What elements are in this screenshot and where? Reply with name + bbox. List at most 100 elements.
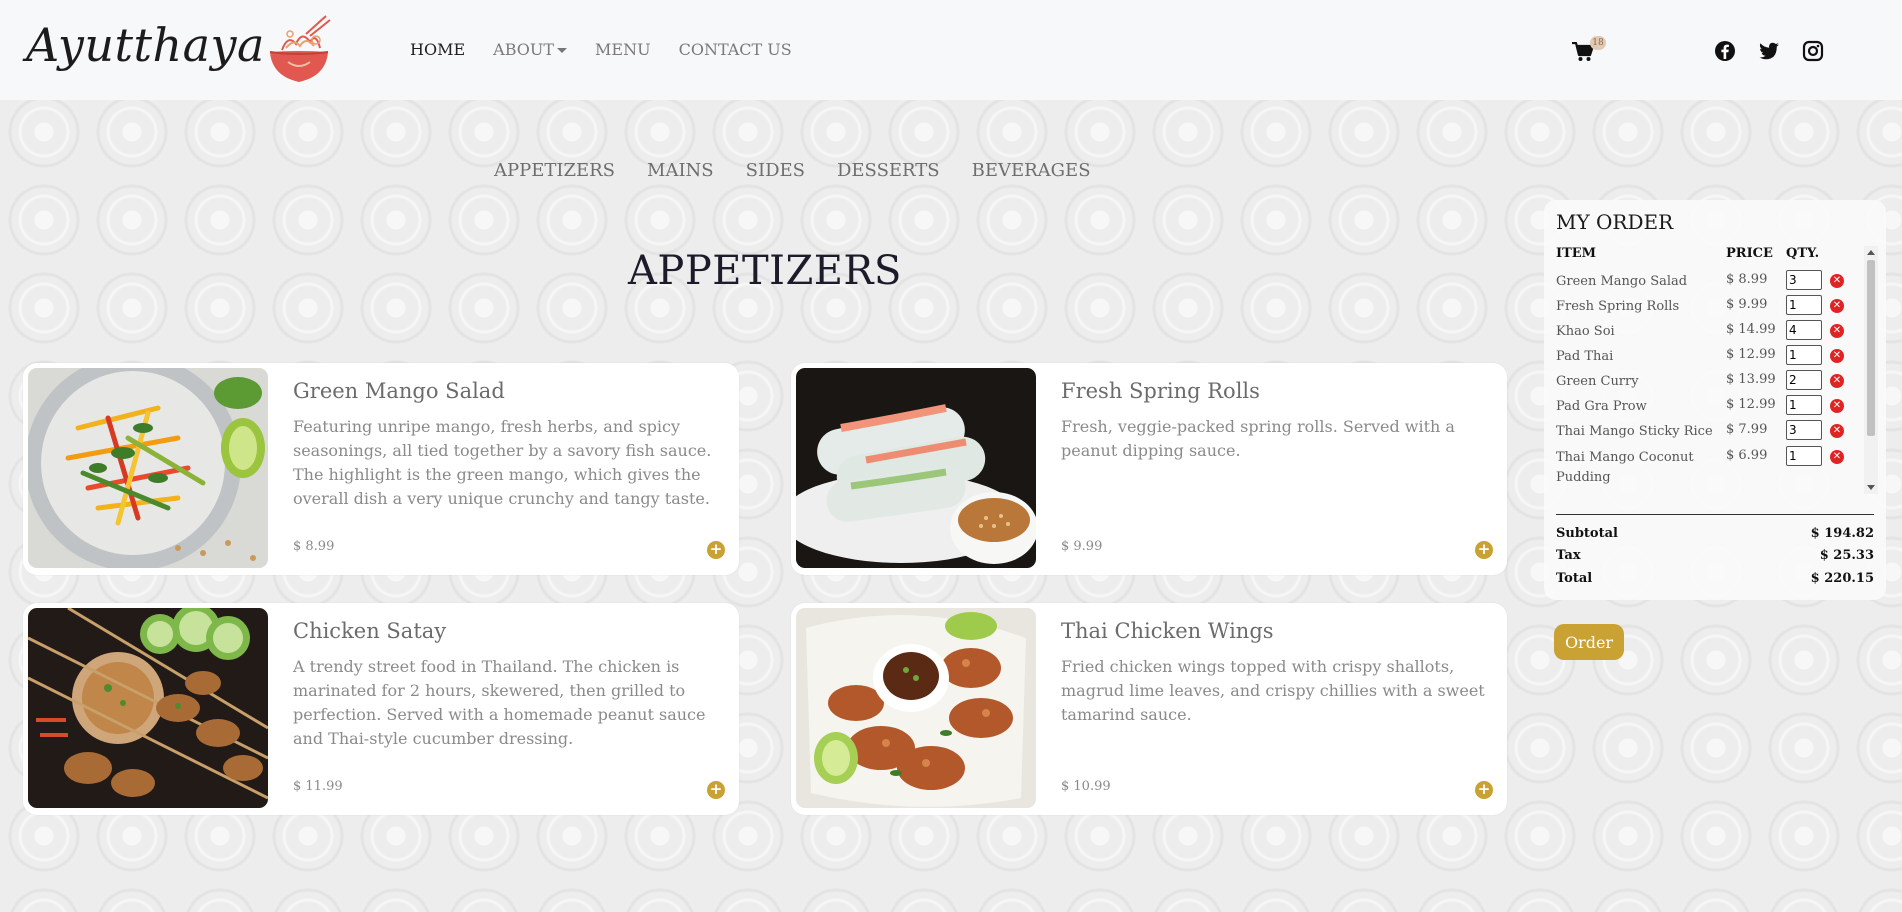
- order-row: Fresh Spring Rolls $ 9.99 ✕: [1544, 293, 1864, 318]
- tab-mains[interactable]: MAINS: [647, 160, 714, 181]
- remove-item-button[interactable]: ✕: [1830, 399, 1844, 413]
- dish-description: A trendy street food in Thailand. The ch…: [293, 657, 706, 748]
- order-header-price: PRICE: [1726, 246, 1773, 261]
- category-tabs: APPETIZERS MAINS SIDES DESSERTS BEVERAGE…: [494, 160, 1091, 181]
- tab-appetizers[interactable]: APPETIZERS: [494, 160, 615, 181]
- dish-image-thai-chicken-wings: [796, 608, 1036, 808]
- dish-image-fresh-spring-rolls: [796, 368, 1036, 568]
- subtotal-row: Subtotal $ 194.82: [1556, 526, 1874, 541]
- order-row: Green Curry $ 13.99 ✕: [1544, 368, 1864, 393]
- dish-image-chicken-satay: [28, 608, 268, 808]
- brand-name[interactable]: Ayutthaya: [26, 18, 265, 72]
- order-item-name: Green Mango Salad: [1556, 274, 1688, 289]
- instagram-icon[interactable]: [1802, 40, 1824, 62]
- tab-sides[interactable]: SIDES: [746, 160, 805, 181]
- plus-icon: +: [1477, 780, 1491, 798]
- dish-price: $ 11.99: [293, 779, 343, 794]
- order-header-qty: QTY.: [1786, 246, 1820, 261]
- order-item-qty-input[interactable]: [1786, 295, 1822, 315]
- cart-button[interactable]: 18: [1572, 36, 1606, 66]
- order-row: Pad Gra Prow $ 12.99 ✕: [1544, 393, 1864, 418]
- add-to-order-button[interactable]: +: [1475, 541, 1493, 559]
- dish-card-fresh-spring-rolls: Fresh Spring Rolls Fresh, veggie-packed …: [791, 363, 1507, 575]
- main-nav: HOME ABOUT MENU CONTACT US: [410, 40, 792, 59]
- scroll-up-icon[interactable]: [1867, 250, 1875, 255]
- order-item-name: Thai Mango Sticky Rice: [1556, 424, 1713, 439]
- order-items-list: Green Mango Salad $ 8.99 ✕ Fresh Spring …: [1544, 268, 1886, 496]
- order-item-price: $ 13.99: [1726, 372, 1776, 387]
- remove-item-button[interactable]: ✕: [1830, 299, 1844, 313]
- nav-contact[interactable]: CONTACT US: [679, 40, 792, 59]
- order-row: Pad Thai $ 12.99 ✕: [1544, 343, 1864, 368]
- section-title: APPETIZERS: [628, 248, 902, 294]
- order-row: Thai Mango Coconut Pudding $ 6.99 ✕: [1544, 444, 1864, 490]
- navbar: Ayutthaya HOME ABOUT MENU CONTACT US 18: [0, 0, 1902, 100]
- order-item-name: Khao Soi: [1556, 324, 1615, 339]
- subtotal-label: Subtotal: [1556, 526, 1618, 541]
- tab-beverages[interactable]: BEVERAGES: [972, 160, 1091, 181]
- dish-description: Fresh, veggie-packed spring rolls. Serve…: [1061, 417, 1455, 460]
- total-label: Total: [1556, 571, 1593, 586]
- order-panel: MY ORDER ITEM PRICE QTY. Green Mango Sal…: [1544, 200, 1886, 600]
- remove-item-button[interactable]: ✕: [1830, 324, 1844, 338]
- order-header-item: ITEM: [1556, 246, 1597, 261]
- remove-item-button[interactable]: ✕: [1830, 450, 1844, 464]
- dish-title: Chicken Satay: [293, 619, 447, 643]
- remove-item-button[interactable]: ✕: [1830, 349, 1844, 363]
- plus-icon: +: [709, 540, 723, 558]
- caret-down-icon: [557, 48, 568, 53]
- dish-description: Featuring unripe mango, fresh herbs, and…: [293, 417, 712, 508]
- order-item-qty-input[interactable]: [1786, 370, 1822, 390]
- add-to-order-button[interactable]: +: [1475, 781, 1493, 799]
- order-item-name: Thai Mango Coconut Pudding: [1556, 450, 1694, 485]
- dish-card-green-mango-salad: Green Mango Salad Featuring unripe mango…: [23, 363, 739, 575]
- order-item-price: $ 7.99: [1726, 422, 1768, 437]
- order-row: Khao Soi $ 14.99 ✕: [1544, 318, 1864, 343]
- facebook-icon[interactable]: [1714, 40, 1736, 62]
- order-item-qty-input[interactable]: [1786, 345, 1822, 365]
- order-item-qty-input[interactable]: [1786, 270, 1822, 290]
- order-item-qty-input[interactable]: [1786, 446, 1822, 466]
- dish-price: $ 8.99: [293, 539, 335, 554]
- nav-about-dropdown[interactable]: ABOUT: [493, 40, 568, 59]
- add-to-order-button[interactable]: +: [707, 541, 725, 559]
- total-row: Total $ 220.15: [1556, 571, 1874, 586]
- order-item-price: $ 12.99: [1726, 397, 1776, 412]
- remove-item-button[interactable]: ✕: [1830, 424, 1844, 438]
- order-item-name: Green Curry: [1556, 374, 1639, 389]
- dish-price: $ 9.99: [1061, 539, 1103, 554]
- tax-row: Tax $ 25.33: [1556, 548, 1874, 563]
- nav-menu[interactable]: MENU: [595, 40, 651, 59]
- place-order-button[interactable]: Order: [1554, 624, 1624, 660]
- noodle-bowl-logo-icon[interactable]: [266, 14, 332, 84]
- order-row: Thai Mango Sticky Rice $ 7.99 ✕: [1544, 418, 1864, 443]
- order-list-scrollbar[interactable]: [1864, 246, 1878, 494]
- tab-desserts[interactable]: DESSERTS: [837, 160, 940, 181]
- order-item-price: $ 14.99: [1726, 322, 1776, 337]
- subtotal-value: $ 194.82: [1810, 526, 1874, 541]
- order-item-name: Pad Gra Prow: [1556, 399, 1647, 414]
- order-item-name: Pad Thai: [1556, 349, 1614, 364]
- nav-about-label: ABOUT: [493, 40, 555, 59]
- tax-label: Tax: [1556, 548, 1581, 563]
- add-to-order-button[interactable]: +: [707, 781, 725, 799]
- order-item-name: Fresh Spring Rolls: [1556, 299, 1680, 314]
- remove-item-button[interactable]: ✕: [1830, 274, 1844, 288]
- order-item-qty-input[interactable]: [1786, 395, 1822, 415]
- remove-item-button[interactable]: ✕: [1830, 374, 1844, 388]
- totals-divider: [1556, 514, 1874, 515]
- order-item-price: $ 12.99: [1726, 347, 1776, 362]
- scroll-thumb[interactable]: [1867, 260, 1875, 436]
- order-row: Green Mango Salad $ 8.99 ✕: [1544, 268, 1864, 293]
- dish-title: Fresh Spring Rolls: [1061, 379, 1260, 403]
- dish-image-green-mango-salad: [28, 368, 268, 568]
- order-item-qty-input[interactable]: [1786, 420, 1822, 440]
- cart-count-badge: 18: [1590, 36, 1606, 50]
- order-item-price: $ 9.99: [1726, 297, 1768, 312]
- scroll-down-icon[interactable]: [1867, 485, 1875, 490]
- dish-description: Fried chicken wings topped with crispy s…: [1061, 657, 1485, 724]
- order-item-qty-input[interactable]: [1786, 320, 1822, 340]
- nav-home[interactable]: HOME: [410, 40, 465, 59]
- order-item-price: $ 6.99: [1726, 448, 1768, 463]
- twitter-icon[interactable]: [1758, 40, 1780, 62]
